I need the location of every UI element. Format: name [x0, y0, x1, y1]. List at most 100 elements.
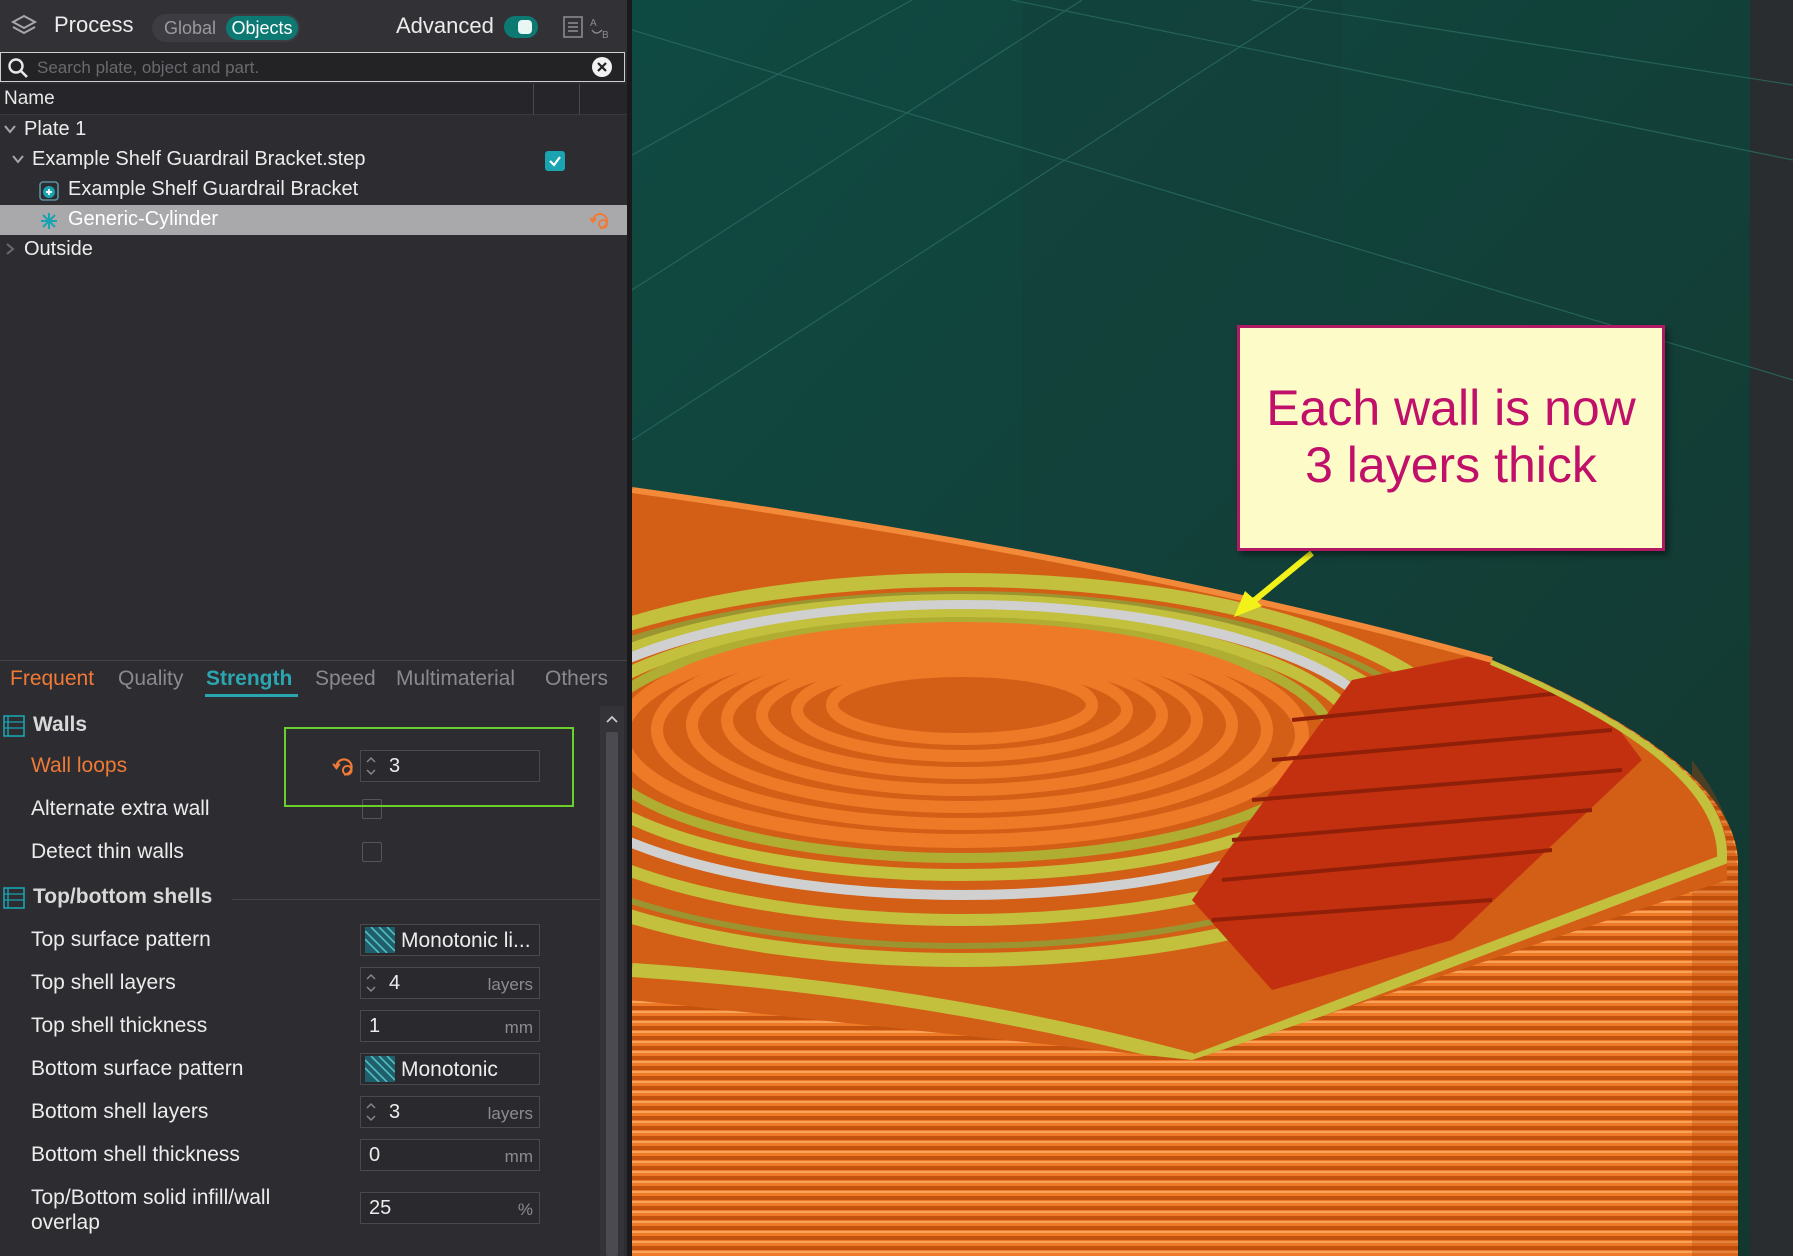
active-tab-indicator [205, 694, 298, 697]
chevron-right-icon[interactable] [2, 241, 18, 257]
field-unit: layers [487, 1104, 533, 1123]
option-bottom-surface-pattern: Bottom surface pattern Monotonic [0, 1049, 600, 1089]
option-detect-thin-walls: Detect thin walls [0, 832, 600, 872]
bottom-surface-pattern-select[interactable]: Monotonic [360, 1053, 540, 1085]
global-objects-switch[interactable]: Global Objects [152, 14, 300, 42]
layers-icon [10, 14, 38, 35]
list-item-label: Example Shelf Guardrail Bracket [68, 178, 359, 200]
tab-others[interactable]: Others [545, 667, 608, 691]
field-unit: mm [504, 1147, 533, 1166]
tab-frequent[interactable]: Frequent [10, 667, 94, 691]
list-item-label: Outside [24, 238, 93, 260]
chevron-down-icon[interactable] [2, 121, 18, 137]
section-top-bottom-shells: Top/bottom shells [0, 882, 600, 912]
option-label: Top shell thickness [31, 1014, 208, 1037]
column-separator [533, 84, 534, 114]
top-shell-layers-stepper[interactable]: 4 layers [360, 967, 540, 999]
tab-multimaterial[interactable]: Multimaterial [396, 667, 515, 691]
option-label: Bottom shell thickness [31, 1143, 240, 1166]
walls-section-icon [3, 715, 25, 737]
search-icon [8, 58, 28, 78]
tab-strength[interactable]: Strength [206, 667, 292, 691]
field-value: Monotonic [401, 1058, 498, 1081]
bottom-shell-thickness-input[interactable]: 0 mm [360, 1139, 540, 1171]
process-panel: Process Global Objects Advanced A B Sear… [0, 0, 627, 1256]
svg-text:B: B [602, 30, 609, 40]
3d-preview-viewport[interactable]: Each wall is now 3 layers thick [632, 0, 1793, 1256]
option-label: Alternate extra wall [31, 797, 210, 820]
list-item-part[interactable]: Example Shelf Guardrail Bracket [0, 175, 627, 205]
section-divider [232, 899, 600, 900]
list-item-plate[interactable]: Plate 1 [0, 115, 627, 145]
top-shell-thickness-input[interactable]: 1 mm [360, 1010, 540, 1042]
option-solid-infill-wall-overlap: Top/Bottom solid infill/wall overlap 25 … [0, 1178, 600, 1242]
stepper-arrows-icon[interactable] [365, 1100, 377, 1124]
search-input[interactable] [35, 55, 579, 81]
modified-settings-icon[interactable] [588, 209, 612, 233]
option-label: Bottom surface pattern [31, 1057, 244, 1080]
option-bottom-shell-layers: Bottom shell layers 3 layers [0, 1092, 600, 1132]
field-value: 4 [389, 972, 401, 994]
option-label: Detect thin walls [31, 840, 184, 863]
list-item-modifier[interactable]: Generic-Cylinder [0, 205, 627, 235]
clear-search-icon[interactable] [591, 56, 613, 78]
option-label: Bottom shell layers [31, 1100, 209, 1123]
settings-scrollbar[interactable] [600, 706, 624, 1256]
option-top-shell-thickness: Top shell thickness 1 mm [0, 1006, 600, 1046]
field-value: 0 [369, 1144, 381, 1166]
chevron-down-icon[interactable] [10, 151, 26, 167]
scrollbar-thumb[interactable] [606, 732, 618, 1256]
overlap-input[interactable]: 25 % [360, 1192, 540, 1224]
field-unit: % [517, 1200, 533, 1219]
tab-speed[interactable]: Speed [315, 667, 376, 691]
bottom-shell-layers-stepper[interactable]: 3 layers [360, 1096, 540, 1128]
field-value: 25 [369, 1197, 392, 1219]
monotonic-line-pattern-icon [365, 927, 395, 953]
printable-checkbox[interactable] [545, 151, 565, 171]
sliced-model-render [632, 0, 1793, 1256]
wall-loops-highlight-box [284, 727, 574, 807]
panel-title: Process [54, 12, 134, 37]
tab-quality[interactable]: Quality [118, 667, 183, 691]
list-item-label: Plate 1 [24, 118, 87, 140]
object-list-header: Name [0, 84, 627, 115]
list-item-object-file[interactable]: Example Shelf Guardrail Bracket.step [0, 145, 627, 175]
mode-global-button[interactable]: Global [164, 18, 216, 39]
annotation-callout: Each wall is now 3 layers thick [1237, 325, 1665, 551]
stepper-arrows-icon[interactable] [365, 971, 377, 995]
field-value: 1 [369, 1015, 381, 1037]
svg-text:A: A [590, 18, 597, 29]
option-top-surface-pattern: Top surface pattern Monotonic li... [0, 920, 600, 960]
annotation-text: Each wall is now 3 layers thick [1240, 380, 1662, 494]
list-item-label: Generic-Cylinder [68, 208, 219, 230]
modifier-icon [41, 213, 57, 229]
mode-objects-button[interactable]: Objects [226, 16, 298, 40]
annotation-line-2: 3 layers thick [1305, 437, 1597, 493]
column-separator [579, 84, 580, 114]
section-title: Top/bottom shells [33, 885, 213, 908]
column-name-header[interactable]: Name [4, 88, 55, 110]
shells-section-icon [3, 887, 25, 909]
field-unit: mm [504, 1018, 533, 1037]
part-icon [39, 181, 59, 201]
advanced-toggle[interactable] [504, 16, 538, 38]
top-surface-pattern-select[interactable]: Monotonic li... [360, 924, 540, 956]
field-value: 3 [389, 1101, 401, 1123]
scroll-up-icon[interactable] [605, 714, 619, 724]
option-label: Top/Bottom solid infill/wall [31, 1186, 271, 1209]
list-item-label: Example Shelf Guardrail Bracket.step [32, 148, 366, 170]
option-bottom-shell-thickness: Bottom shell thickness 0 mm [0, 1135, 600, 1175]
field-unit: layers [487, 975, 533, 994]
settings-tabs: Frequent Quality Strength Speed Multimat… [0, 660, 627, 699]
option-label: Top shell layers [31, 971, 176, 994]
advanced-label: Advanced [396, 13, 494, 38]
option-label: Top surface pattern [31, 928, 211, 951]
toggle-knob [518, 20, 532, 34]
detect-thin-walls-checkbox[interactable] [362, 842, 382, 862]
field-value: Monotonic li... [401, 929, 531, 952]
monotonic-pattern-icon [365, 1056, 395, 1082]
search-bar [0, 52, 625, 82]
list-item-outside[interactable]: Outside [0, 235, 627, 265]
compare-presets-icon[interactable]: A B [562, 14, 614, 40]
section-title: Walls [33, 713, 88, 736]
